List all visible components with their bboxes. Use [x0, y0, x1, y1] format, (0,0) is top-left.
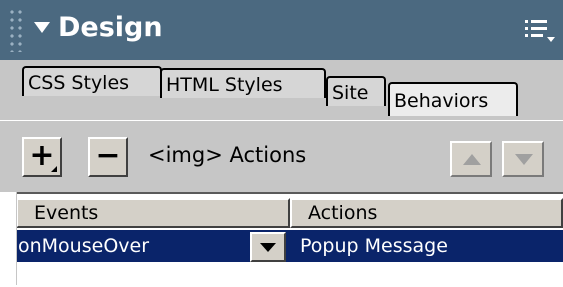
dropdown-corner-icon [51, 166, 57, 172]
behaviors-table: Events Actions onMouseOver Popup Message [0, 192, 563, 287]
move-down-button[interactable] [502, 141, 544, 177]
event-cell[interactable]: onMouseOver [16, 230, 149, 262]
tab-strip: CSS Styles HTML Styles Site Behaviors [0, 60, 563, 168]
move-up-button[interactable] [450, 141, 492, 177]
event-dropdown-button[interactable] [250, 232, 286, 262]
tab-site[interactable]: Site [326, 76, 386, 106]
move-down-icon [515, 154, 533, 165]
actions-column-header[interactable]: Actions [290, 198, 563, 228]
dropdown-arrow-icon [260, 243, 276, 252]
tab-css-styles[interactable]: CSS Styles [22, 66, 162, 96]
panel-header: Design [0, 0, 563, 60]
tab-behaviors[interactable]: Behaviors [388, 82, 518, 116]
behaviors-toolbar: + − <img> Actions [0, 120, 563, 193]
events-column-header[interactable]: Events [16, 198, 290, 228]
minus-icon: − [95, 138, 121, 173]
collapse-arrow-icon[interactable] [34, 22, 50, 33]
actions-label: <img> Actions [148, 143, 307, 167]
panel-title[interactable]: Design [58, 11, 163, 45]
action-cell[interactable]: Popup Message [294, 230, 448, 262]
tab-html-styles[interactable]: HTML Styles [160, 68, 326, 98]
left-rail [0, 192, 17, 285]
add-behavior-button[interactable]: + [22, 137, 62, 177]
remove-behavior-button[interactable]: − [88, 137, 128, 177]
options-menu-icon[interactable] [525, 18, 555, 42]
move-up-icon [463, 154, 481, 165]
grip-icon[interactable] [8, 8, 26, 52]
